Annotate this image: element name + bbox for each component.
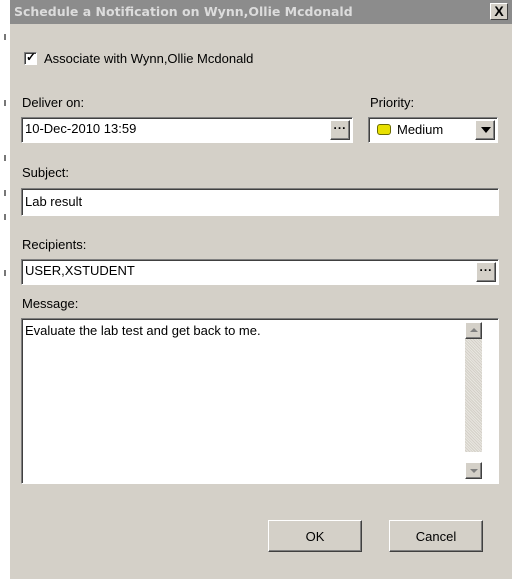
title-bar: Schedule a Notification on Wynn,Ollie Mc… xyxy=(10,0,512,24)
recipients-value: USER,XSTUDENT xyxy=(25,263,135,278)
cancel-button-label: Cancel xyxy=(415,529,457,544)
dialog-title: Schedule a Notification on Wynn,Ollie Mc… xyxy=(14,4,353,19)
scroll-up-button[interactable] xyxy=(465,322,482,339)
message-label: Message: xyxy=(22,296,79,311)
cancel-button[interactable]: Cancel xyxy=(389,520,483,552)
priority-select[interactable]: Medium xyxy=(368,117,498,143)
ellipsis-icon: ... xyxy=(479,260,493,274)
priority-value: Medium xyxy=(397,122,444,137)
recipients-field[interactable]: USER,XSTUDENT ... xyxy=(21,259,499,285)
subject-value: Lab result xyxy=(25,194,83,209)
recipients-picker-button[interactable]: ... xyxy=(476,260,496,282)
edge-tick xyxy=(4,34,6,40)
associate-checkbox[interactable]: ✓ xyxy=(24,50,37,65)
subject-label: Subject: xyxy=(22,165,69,180)
edge-tick xyxy=(4,214,6,220)
arrow-down-icon xyxy=(470,469,478,473)
date-picker-button[interactable]: ... xyxy=(330,118,350,140)
priority-color-icon xyxy=(377,124,391,135)
message-value: Evaluate the lab test and get back to me… xyxy=(25,323,261,338)
notification-dialog: Schedule a Notification on Wynn,Ollie Mc… xyxy=(10,0,512,579)
ok-button-label: OK xyxy=(305,529,325,544)
deliver-label: Deliver on: xyxy=(22,95,85,110)
edge-tick xyxy=(4,190,6,196)
close-icon: X xyxy=(494,3,504,19)
subject-input[interactable]: Lab result xyxy=(21,188,499,216)
message-scrollbar[interactable] xyxy=(465,325,482,452)
check-icon: ✓ xyxy=(26,50,37,64)
ellipsis-icon: ... xyxy=(333,118,347,132)
close-button[interactable]: X xyxy=(490,3,508,20)
deliver-date-value: 10-Dec-2010 13:59 xyxy=(25,121,137,136)
ok-button[interactable]: OK xyxy=(268,520,362,552)
deliver-date-field[interactable]: 10-Dec-2010 13:59 ... xyxy=(21,117,353,143)
recipients-label: Recipients: xyxy=(22,237,87,252)
priority-label: Priority: xyxy=(370,95,415,110)
edge-tick xyxy=(4,270,6,276)
associate-label: Associate with Wynn,Ollie Mcdonald xyxy=(44,51,254,66)
scroll-down-button[interactable] xyxy=(465,462,482,479)
edge-tick xyxy=(4,155,6,161)
priority-dropdown-button[interactable] xyxy=(475,120,495,140)
left-edge-strip xyxy=(0,0,10,579)
message-textarea[interactable]: Evaluate the lab test and get back to me… xyxy=(21,318,499,484)
edge-tick xyxy=(4,100,6,106)
chevron-down-icon xyxy=(481,127,491,133)
arrow-up-icon xyxy=(470,328,478,332)
